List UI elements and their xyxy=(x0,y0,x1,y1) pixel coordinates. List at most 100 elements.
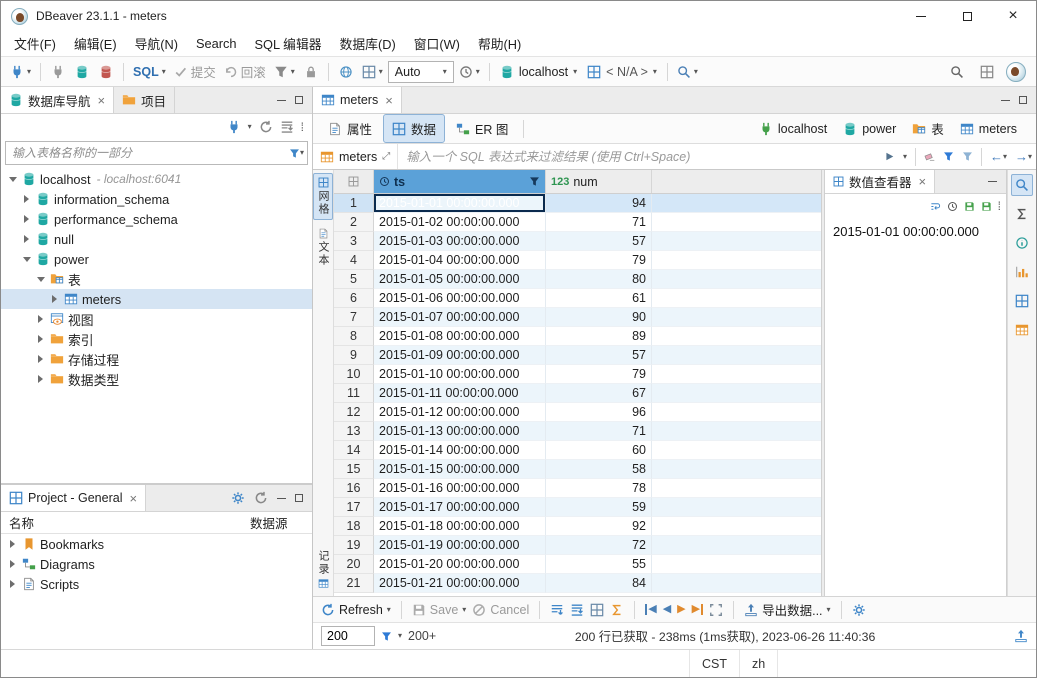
clear-filter-button[interactable] xyxy=(920,144,939,169)
readonly-lock-button[interactable] xyxy=(300,60,322,84)
cancel-button[interactable]: Cancel xyxy=(472,603,529,617)
cell-num[interactable]: 55 xyxy=(546,555,652,574)
cell-num[interactable]: 79 xyxy=(546,365,652,384)
save-filter-button[interactable] xyxy=(939,144,958,169)
breadcrumb-item[interactable]: meters xyxy=(953,122,1024,136)
tab-project-general[interactable]: Project - General × xyxy=(1,485,146,511)
list-item[interactable]: Bookmarks xyxy=(1,534,312,554)
fetch-next-page-icon[interactable] xyxy=(550,603,564,617)
cell-num[interactable]: 71 xyxy=(546,422,652,441)
cell-ts[interactable]: 2015-01-02 00:00:00.000 xyxy=(374,213,546,232)
cell-num[interactable]: 89 xyxy=(546,327,652,346)
cell-ts[interactable]: 2015-01-08 00:00:00.000 xyxy=(374,327,546,346)
tree-item[interactable]: information_schema xyxy=(1,189,312,209)
cell-num[interactable]: 94 xyxy=(546,194,652,213)
search-button[interactable] xyxy=(946,60,968,84)
cell-ts[interactable]: 2015-01-11 00:00:00.000 xyxy=(374,384,546,403)
table-row[interactable]: 32015-01-03 00:00:00.00057 xyxy=(334,232,821,251)
cell-num[interactable]: 57 xyxy=(546,346,652,365)
expand-icon[interactable]: ⤢ xyxy=(382,151,390,162)
column-datasource-header[interactable]: 数据源 xyxy=(250,513,312,532)
row-number-cell[interactable]: 21 xyxy=(334,574,374,593)
tree-item[interactable]: 视图 xyxy=(1,309,312,329)
tree-chevron-icon[interactable] xyxy=(21,254,32,265)
table-row[interactable]: 122015-01-12 00:00:00.00096 xyxy=(334,403,821,422)
menu-item[interactable]: 帮助(H) xyxy=(469,31,530,56)
tree-chevron-icon[interactable] xyxy=(35,334,46,345)
fetch-funnel-icon[interactable] xyxy=(381,631,392,642)
tree-item[interactable]: null xyxy=(1,229,312,249)
tree-item[interactable]: 数据类型 xyxy=(1,369,312,389)
cell-ts[interactable]: 2015-01-20 00:00:00.000 xyxy=(374,555,546,574)
schema-combo[interactable]: < N/A >▾ xyxy=(583,60,661,84)
cell-ts[interactable]: 2015-01-07 00:00:00.000 xyxy=(374,308,546,327)
filter-history-back-button[interactable]: ←▾ xyxy=(986,144,1011,169)
output-button[interactable]: ▾ xyxy=(359,60,386,84)
link-editor-icon[interactable] xyxy=(259,120,273,134)
dbeaver-community-icon[interactable] xyxy=(1006,62,1026,82)
row-number-cell[interactable]: 17 xyxy=(334,498,374,517)
cell-ts[interactable]: 2015-01-14 00:00:00.000 xyxy=(374,441,546,460)
filter-funnel-icon[interactable] xyxy=(289,148,300,159)
minimize-button[interactable] xyxy=(898,1,944,31)
clear-rows-icon[interactable] xyxy=(610,603,624,617)
cell-num[interactable]: 80 xyxy=(546,270,652,289)
breadcrumb-item[interactable]: 表 xyxy=(905,119,951,138)
value-viewer-panel-icon[interactable] xyxy=(1011,174,1033,196)
table-row[interactable]: 192015-01-19 00:00:00.00072 xyxy=(334,536,821,555)
maximize-panel-icon[interactable] xyxy=(295,494,303,502)
link-icon[interactable] xyxy=(254,491,268,505)
fetch-size-input[interactable] xyxy=(321,626,375,646)
row-number-cell[interactable]: 19 xyxy=(334,536,374,555)
calc-panel-icon[interactable] xyxy=(1011,319,1033,341)
filter-dropdown-button[interactable]: ▾ xyxy=(899,144,911,169)
tree-chevron-icon[interactable] xyxy=(35,314,46,325)
panel-menu-icon[interactable]: ⁞ xyxy=(998,199,1001,213)
timezone-indicator[interactable]: CST xyxy=(689,650,739,677)
cell-num[interactable]: 79 xyxy=(546,251,652,270)
sql-editor-button[interactable]: SQL▾ xyxy=(130,60,169,84)
minimize-panel-icon[interactable] xyxy=(277,100,286,101)
view-menu-icon[interactable]: ⁞ xyxy=(301,120,304,134)
cell-num[interactable]: 59 xyxy=(546,498,652,517)
focus-row-icon[interactable] xyxy=(709,603,723,617)
table-row[interactable]: 152015-01-15 00:00:00.00058 xyxy=(334,460,821,479)
cell-num[interactable]: 92 xyxy=(546,517,652,536)
cell-num[interactable]: 71 xyxy=(546,213,652,232)
table-row[interactable]: 142015-01-14 00:00:00.00060 xyxy=(334,441,821,460)
row-number-cell[interactable]: 16 xyxy=(334,479,374,498)
cell-ts[interactable]: 2015-01-15 00:00:00.000 xyxy=(374,460,546,479)
cell-ts[interactable]: 2015-01-01 00:00:00.000 xyxy=(374,194,546,213)
close-tab-icon[interactable]: × xyxy=(98,93,106,108)
close-tab-icon[interactable]: × xyxy=(385,93,393,108)
row-number-cell[interactable]: 18 xyxy=(334,517,374,536)
tab-database-navigator[interactable]: 数据库导航 × xyxy=(1,87,114,113)
cell-num[interactable]: 90 xyxy=(546,308,652,327)
results-settings-gear-icon[interactable] xyxy=(852,603,866,617)
cell-num[interactable]: 78 xyxy=(546,479,652,498)
row-number-cell[interactable]: 12 xyxy=(334,403,374,422)
maximize-panel-icon[interactable] xyxy=(1019,96,1027,104)
tab-ER 图[interactable]: ER 图 xyxy=(447,114,517,143)
apply-filter-button[interactable] xyxy=(880,144,899,169)
row-number-cell[interactable]: 13 xyxy=(334,422,374,441)
save-button[interactable]: Save ▾ xyxy=(412,603,467,617)
language-indicator[interactable]: zh xyxy=(739,650,778,677)
save-value-icon[interactable] xyxy=(964,201,975,212)
edit-filter-button[interactable] xyxy=(958,144,977,169)
rollback-mode-icon-button[interactable] xyxy=(95,60,117,84)
commit-button[interactable]: 提交 xyxy=(171,60,219,84)
menu-item[interactable]: 窗口(W) xyxy=(405,31,469,56)
row-number-cell[interactable]: 15 xyxy=(334,460,374,479)
cell-num[interactable]: 60 xyxy=(546,441,652,460)
chevron-down-icon[interactable]: ▾ xyxy=(248,123,252,131)
filter-history-forward-button[interactable]: →▾ xyxy=(1011,144,1036,169)
table-row[interactable]: 202015-01-20 00:00:00.00055 xyxy=(334,555,821,574)
list-item[interactable]: Diagrams xyxy=(1,554,312,574)
cell-ts[interactable]: 2015-01-17 00:00:00.000 xyxy=(374,498,546,517)
navigator-filter-input[interactable] xyxy=(6,146,289,160)
tree-chevron-icon[interactable] xyxy=(7,579,18,590)
sql-search-button[interactable]: ▾ xyxy=(674,60,701,84)
cell-ts[interactable]: 2015-01-21 00:00:00.000 xyxy=(374,574,546,593)
row-number-cell[interactable]: 6 xyxy=(334,289,374,308)
